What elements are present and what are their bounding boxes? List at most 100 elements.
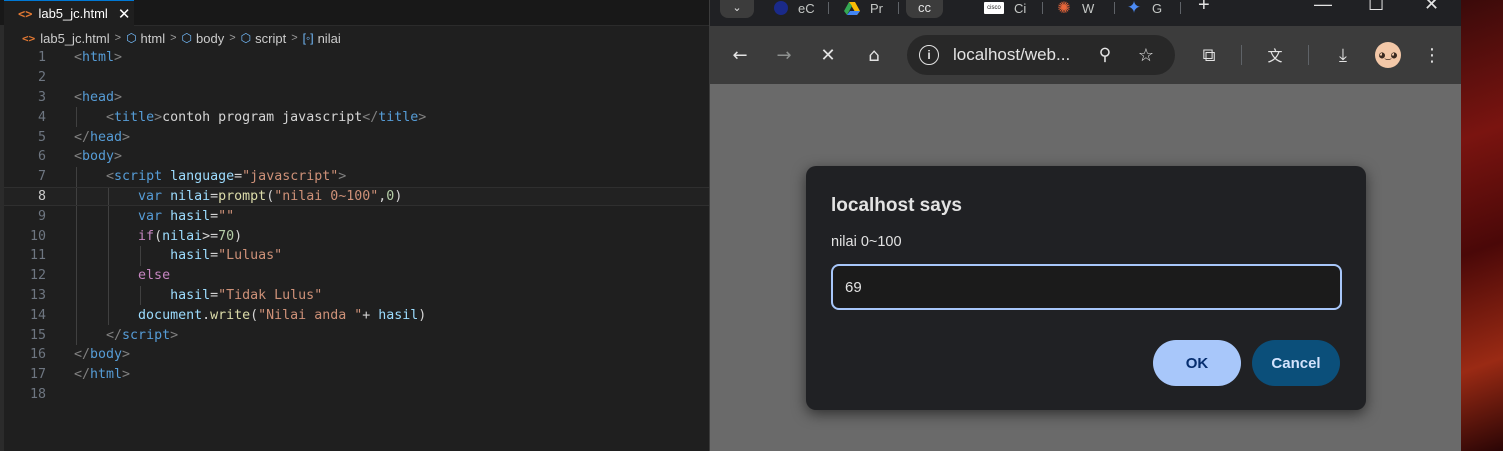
browser-tab[interactable]: cisco Ci [984, 0, 1026, 16]
download-icon[interactable]: ⤓ [1331, 41, 1355, 69]
browser-tab[interactable]: ✺ W [1056, 0, 1094, 17]
code-line: 3 <head> [4, 88, 709, 108]
line-number: 12 [29, 268, 46, 284]
browser-tab[interactable]: Pr [844, 0, 883, 16]
back-icon[interactable]: ← [728, 41, 752, 69]
editor-tab-bar: <> lab5_jc.html ✕ [0, 0, 709, 26]
line-number: 7 [37, 169, 46, 185]
toolbar-divider [1308, 45, 1309, 65]
ok-button[interactable]: OK [1153, 340, 1241, 386]
window-close-button[interactable]: ✕ [1424, 0, 1439, 15]
cancel-button[interactable]: Cancel [1252, 340, 1340, 386]
minimize-button[interactable]: — [1314, 0, 1332, 15]
editor-tab[interactable]: <> lab5_jc.html ✕ [4, 0, 134, 26]
drive-favicon [844, 2, 860, 15]
address-text[interactable]: localhost/web... [953, 45, 1070, 65]
code-line: 9 var hasil="" [4, 206, 709, 227]
breadcrumb-nilai[interactable]: [◦] nilai [303, 31, 341, 46]
chevron-right-icon: > [291, 32, 298, 44]
prompt-dialog: localhost says nilai 0~100 OK Cancel [806, 166, 1366, 410]
dialog-title: localhost says [831, 195, 962, 216]
element-icon: ⬡ [181, 31, 193, 45]
code-line: 17 </html> [4, 365, 709, 385]
chevron-right-icon: > [170, 32, 177, 44]
chevron-right-icon: > [229, 32, 236, 44]
browser-tab-active[interactable]: cc [906, 0, 943, 18]
profile-avatar[interactable]: ◕‿◕ [1375, 42, 1401, 68]
line-number: 9 [37, 208, 46, 224]
variable-icon: [◦] [302, 31, 314, 45]
code-line: 1 <html> [4, 48, 709, 68]
zoom-icon[interactable]: ⚲ [1093, 41, 1117, 69]
line-number: 4 [37, 109, 46, 125]
home-icon[interactable]: ⌂ [862, 41, 886, 69]
code-line: 6 <body> [4, 147, 709, 167]
line-number: 8 [37, 188, 46, 204]
element-icon: ⬡ [240, 31, 252, 45]
browser-tab-strip: ⌄ eC Pr cc cisco Ci ✺ W ✦ G + — ☐ ✕ [710, 0, 1462, 26]
code-line: 10 if(nilai>=70) [4, 226, 709, 246]
new-tab-button[interactable]: + [1198, 0, 1210, 17]
breadcrumb-body[interactable]: ⬡ body [182, 31, 225, 46]
browser-window: ⌄ eC Pr cc cisco Ci ✺ W ✦ G + — ☐ ✕ ← → … [709, 0, 1462, 451]
line-number: 6 [37, 149, 46, 165]
code-line: 15 </script> [4, 325, 709, 345]
code-line: 7 <script language="javascript"> [4, 166, 709, 187]
line-number: 16 [29, 347, 46, 363]
dialog-message: nilai 0~100 [831, 234, 902, 250]
cisco-favicon: cisco [984, 2, 1004, 14]
prompt-input[interactable] [831, 264, 1342, 310]
chevron-right-icon: > [114, 32, 122, 44]
bookmark-star-icon[interactable]: ☆ [1134, 41, 1158, 69]
breadcrumb-html[interactable]: ⬡ html [126, 31, 165, 46]
tab-divider [1180, 2, 1181, 14]
forward-icon[interactable]: → [772, 41, 796, 69]
line-number: 11 [29, 248, 46, 264]
code-line: 4 <title>contoh program javascript</titl… [4, 107, 709, 128]
translate-icon[interactable]: 文 [1263, 41, 1287, 69]
extensions-icon[interactable]: ⧉ [1197, 41, 1221, 69]
starburst-favicon: ✺ [1057, 0, 1071, 17]
line-number: 15 [29, 327, 46, 343]
html-file-icon: <> [22, 31, 36, 45]
code-line-active: 8 var nilai=prompt("nilai 0~100",0) [4, 186, 709, 207]
line-number: 17 [29, 367, 46, 383]
browser-tab[interactable]: eC [774, 0, 815, 16]
tab-divider [1042, 2, 1043, 14]
maximize-button[interactable]: ☐ [1368, 0, 1384, 15]
shield-favicon [774, 1, 788, 15]
line-number: 2 [37, 70, 46, 86]
code-area[interactable]: 1 <html> 2 3 <head> 4 <title>contoh progra… [4, 48, 709, 404]
stop-icon[interactable]: ✕ [816, 41, 840, 69]
browser-tab[interactable]: ✦ G [1126, 0, 1162, 17]
code-line: 18 [4, 385, 709, 405]
line-number: 13 [29, 287, 46, 303]
element-icon: ⬡ [126, 31, 137, 45]
browser-toolbar: ← → ✕ ⌂ i localhost/web... ⚲ ☆ ⧉ 文 ⤓ ◕‿◕… [710, 26, 1462, 84]
page-viewport: localhost says nilai 0~100 OK Cancel [710, 84, 1462, 451]
chevron-down-icon: ⌄ [732, 0, 742, 14]
desktop-wallpaper [1461, 0, 1503, 451]
code-line: 16 </body> [4, 345, 709, 365]
editor-tab-label: lab5_jc.html [38, 6, 108, 21]
code-line: 14 document.write("Nilai anda "+ hasil) [4, 305, 709, 326]
line-number: 5 [37, 129, 46, 145]
code-line: 11 hasil="Luluas" [4, 245, 709, 266]
site-info-icon[interactable]: i [919, 45, 939, 65]
breadcrumb-script[interactable]: ⬡ script [241, 31, 287, 46]
code-line: 12 else [4, 265, 709, 286]
menu-icon[interactable]: ⋮ [1422, 41, 1442, 69]
code-editor: <> lab5_jc.html ✕ <> lab5_jc.html > ⬡ ht… [0, 0, 709, 451]
line-number: 14 [29, 307, 46, 323]
breadcrumb-file[interactable]: <> lab5_jc.html [22, 31, 110, 46]
code-line: 2 [4, 68, 709, 88]
gemini-favicon: ✦ [1126, 0, 1142, 17]
code-line: 13 hasil="Tidak Lulus" [4, 285, 709, 306]
close-icon[interactable]: ✕ [118, 5, 131, 23]
code-line: 5 </head> [4, 127, 709, 147]
toolbar-divider [1241, 45, 1242, 65]
line-number: 18 [29, 386, 46, 402]
tab-search-button[interactable]: ⌄ [720, 0, 754, 18]
breadcrumb: <> lab5_jc.html > ⬡ html > ⬡ body > ⬡ sc… [22, 27, 341, 49]
tab-divider [898, 2, 899, 14]
